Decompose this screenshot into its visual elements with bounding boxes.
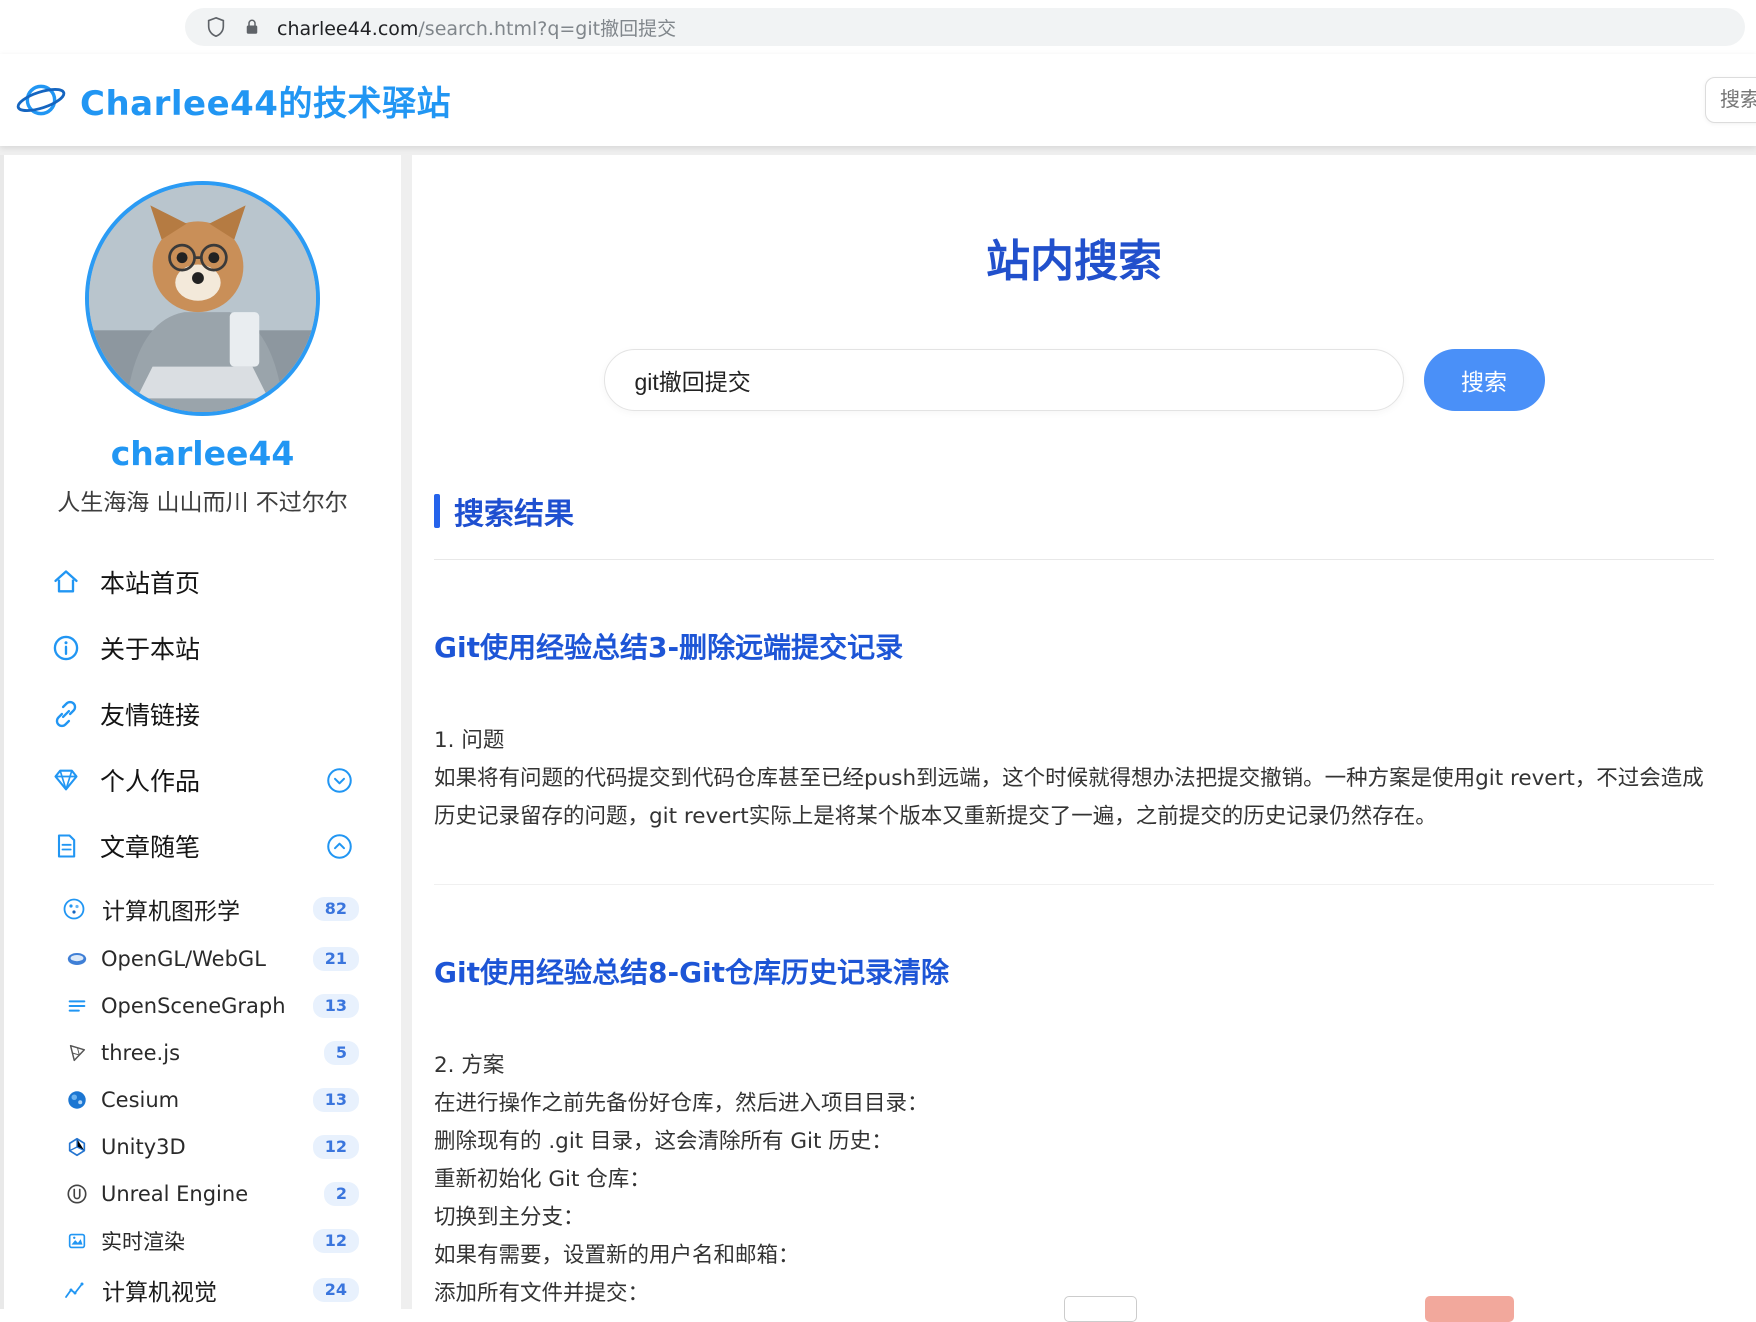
- category-label: Unity3D: [101, 1135, 186, 1159]
- search-result: Git使用经验总结8-Git仓库历史记录清除 2. 方案 在进行操作之前先备份好…: [434, 951, 1714, 1309]
- page-title: 站内搜索: [434, 225, 1714, 289]
- document-icon: [52, 832, 80, 860]
- sidebar-item-label: 友情链接: [100, 696, 200, 732]
- sidebar-item-label: 个人作品: [100, 762, 200, 798]
- chevron-up-icon[interactable]: [326, 833, 353, 860]
- shield-icon[interactable]: [205, 15, 227, 39]
- lock-icon: [243, 16, 261, 38]
- category-realtime-rendering[interactable]: 实时渲染 12: [4, 1217, 401, 1264]
- gem-icon: [52, 766, 80, 794]
- site-header: Charlee44的技术驿站: [0, 54, 1756, 146]
- page-layout: charlee44 人生海海 山山而川 不过尔尔 本站首页 关于本站: [0, 146, 1756, 1309]
- result-title-link[interactable]: Git使用经验总结3-删除远端提交记录: [434, 626, 1714, 666]
- divider: [434, 884, 1714, 885]
- sidebar-categories: 计算机图形学 82 OpenGL/WebGL 21 OpenSceneGraph: [4, 883, 401, 1309]
- category-threejs[interactable]: three.js 5: [4, 1029, 401, 1076]
- category-label: OpenSceneGraph: [101, 994, 286, 1018]
- result-line: 2. 方案: [434, 1047, 1714, 1085]
- header-search-input[interactable]: [1705, 77, 1756, 123]
- url-host: charlee44.com: [277, 18, 418, 40]
- graphics-category-icon: [62, 897, 86, 921]
- category-label: Cesium: [101, 1088, 179, 1112]
- site-title[interactable]: Charlee44的技术驿站: [80, 76, 451, 125]
- cesium-icon: [66, 1089, 88, 1111]
- threejs-icon: [66, 1042, 88, 1064]
- results-title: 搜索结果: [454, 489, 574, 533]
- search-input[interactable]: [604, 349, 1404, 411]
- category-computer-vision[interactable]: 计算机视觉 24: [4, 1264, 401, 1309]
- site-search-form: 搜索: [434, 349, 1714, 411]
- category-count-badge: 13: [313, 994, 359, 1018]
- result-line: 删除现有的 .git 目录，这会清除所有 Git 历史：: [434, 1123, 1714, 1161]
- category-count-badge: 24: [313, 1278, 359, 1302]
- category-openscenegraph[interactable]: OpenSceneGraph 13: [4, 982, 401, 1029]
- results-header: 搜索结果: [434, 489, 1714, 533]
- sidebar-item-label: 文章随笔: [100, 828, 200, 864]
- result-title-link[interactable]: Git使用经验总结8-Git仓库历史记录清除: [434, 951, 1714, 991]
- avatar-dog-image: [89, 185, 316, 412]
- category-count-badge: 21: [313, 947, 359, 971]
- avatar[interactable]: [85, 181, 320, 416]
- sidebar: charlee44 人生海海 山山而川 不过尔尔 本站首页 关于本站: [0, 155, 401, 1309]
- category-opengl-webgl[interactable]: OpenGL/WebGL 21: [4, 935, 401, 982]
- partial-button-light[interactable]: [1064, 1296, 1137, 1322]
- chevron-down-icon[interactable]: [326, 767, 353, 794]
- category-unreal-engine[interactable]: Unreal Engine 2: [4, 1170, 401, 1217]
- realtime-rendering-icon: [66, 1230, 88, 1252]
- result-line: 如果有需要，设置新的用户名和邮箱：: [434, 1237, 1714, 1275]
- url-bar[interactable]: charlee44.com/search.html?q=git撤回提交: [185, 8, 1745, 46]
- results-accent-bar: [434, 494, 440, 528]
- category-label: Unreal Engine: [101, 1182, 248, 1206]
- sidebar-nav: 本站首页 关于本站 友情链接: [4, 549, 401, 879]
- category-label: 计算机视觉: [102, 1273, 217, 1307]
- opengl-icon: [66, 948, 88, 970]
- url-text: charlee44.com/search.html?q=git撤回提交: [277, 14, 676, 41]
- category-count-badge: 82: [313, 897, 359, 921]
- result-line: 重新初始化 Git 仓库：: [434, 1161, 1714, 1199]
- sidebar-item-links[interactable]: 友情链接: [4, 681, 401, 747]
- result-snippet: 2. 方案 在进行操作之前先备份好仓库，然后进入项目目录： 删除现有的 .git…: [434, 1047, 1714, 1309]
- category-label: 计算机图形学: [102, 892, 240, 926]
- result-line: 如果将有问题的代码提交到代码仓库甚至已经push到远端，这个时候就得想办法把提交…: [434, 760, 1714, 836]
- sidebar-item-home[interactable]: 本站首页: [4, 549, 401, 615]
- category-unity3d[interactable]: Unity3D 12: [4, 1123, 401, 1170]
- sidebar-tagline: 人生海海 山山而川 不过尔尔: [4, 483, 401, 517]
- url-path: /search.html?q=git撤回提交: [418, 18, 676, 40]
- home-icon: [52, 568, 80, 596]
- browser-bar: charlee44.com/search.html?q=git撤回提交: [0, 0, 1756, 54]
- openscenegraph-icon: [66, 995, 88, 1017]
- category-label: 实时渲染: [101, 1226, 185, 1256]
- category-count-badge: 12: [313, 1229, 359, 1253]
- category-computer-graphics[interactable]: 计算机图形学 82: [4, 883, 401, 935]
- partial-button-salmon[interactable]: [1425, 1296, 1514, 1322]
- result-snippet: 1. 问题 如果将有问题的代码提交到代码仓库甚至已经push到远端，这个时候就得…: [434, 722, 1714, 836]
- computer-vision-icon: [62, 1278, 86, 1302]
- info-icon: [52, 634, 80, 662]
- category-count-badge: 5: [324, 1041, 359, 1065]
- sidebar-item-label: 关于本站: [100, 630, 200, 666]
- result-line: 切换到主分支：: [434, 1199, 1714, 1237]
- sidebar-username: charlee44: [4, 434, 401, 473]
- main-content: 站内搜索 搜索 搜索结果 Git使用经验总结3-删除远端提交记录 1. 问题 如…: [412, 155, 1756, 1309]
- unreal-engine-icon: [66, 1183, 88, 1205]
- divider: [434, 559, 1714, 560]
- category-count-badge: 12: [313, 1135, 359, 1159]
- link-icon: [52, 700, 80, 728]
- category-cesium[interactable]: Cesium 13: [4, 1076, 401, 1123]
- search-result: Git使用经验总结3-删除远端提交记录 1. 问题 如果将有问题的代码提交到代码…: [434, 626, 1714, 836]
- unity3d-icon: [66, 1136, 88, 1158]
- search-button[interactable]: 搜索: [1424, 349, 1545, 411]
- sidebar-item-label: 本站首页: [100, 564, 200, 600]
- site-logo-planet-icon[interactable]: [16, 77, 66, 123]
- category-count-badge: 13: [313, 1088, 359, 1112]
- sidebar-item-about[interactable]: 关于本站: [4, 615, 401, 681]
- result-line: 在进行操作之前先备份好仓库，然后进入项目目录：: [434, 1085, 1714, 1123]
- category-label: three.js: [101, 1041, 180, 1065]
- sidebar-item-articles[interactable]: 文章随笔: [4, 813, 401, 879]
- category-count-badge: 2: [324, 1182, 359, 1206]
- category-label: OpenGL/WebGL: [101, 947, 266, 971]
- result-line: 1. 问题: [434, 722, 1714, 760]
- sidebar-item-works[interactable]: 个人作品: [4, 747, 401, 813]
